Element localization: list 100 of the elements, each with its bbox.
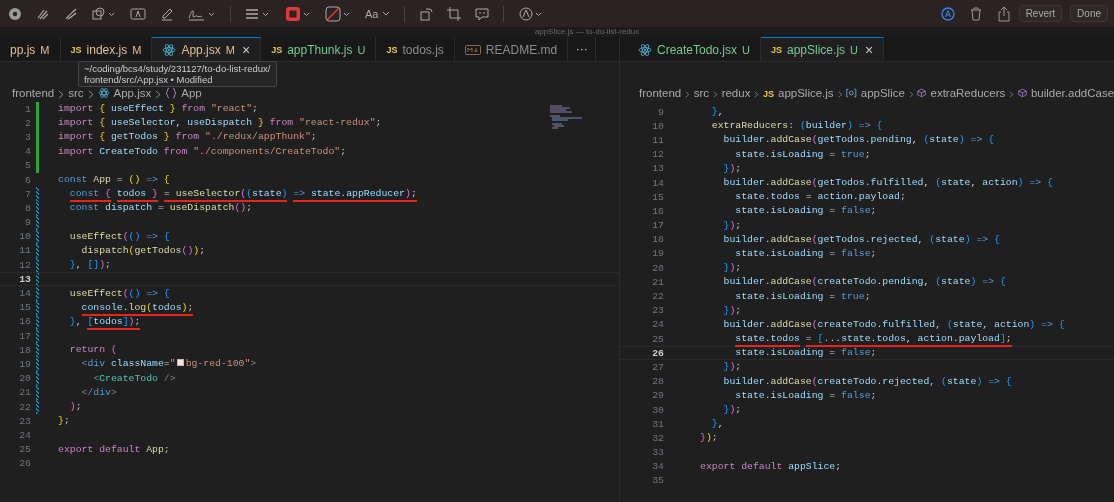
line-number: 15 <box>651 191 664 203</box>
editor-tab[interactable]: App.jsx M × <box>152 37 262 61</box>
code-line: state.isLoading = false; <box>734 246 877 261</box>
line-style-icon[interactable] <box>245 6 271 21</box>
text-box-icon[interactable] <box>130 6 146 21</box>
highlighter-pen-icon[interactable] <box>160 6 174 21</box>
chevron-right-icon <box>1009 90 1014 99</box>
breadcrumb-item[interactable]: redux <box>721 87 751 100</box>
chevron-right-icon <box>58 90 65 99</box>
code-line: }, <box>710 417 724 432</box>
code-line: useEffect(() => { <box>68 286 170 301</box>
line-number: 25 <box>651 333 664 345</box>
line-number: 11 <box>651 134 664 146</box>
line-number: 35 <box>651 475 664 487</box>
cube-icon <box>1017 87 1027 99</box>
code-line: <CreateTodo /> <box>92 371 176 386</box>
code-line: return ( <box>68 343 117 358</box>
breadcrumb-item[interactable]: src <box>68 87 84 100</box>
code-line: export default App; <box>58 442 170 457</box>
breadcrumb-item[interactable]: appSlice.js <box>778 87 834 100</box>
code-line: }); <box>722 360 742 375</box>
code-line: extraReducers: (builder) => { <box>710 119 883 134</box>
breadcrumb-item[interactable]: appSlice <box>860 87 905 100</box>
rotate-icon[interactable] <box>419 6 434 21</box>
draw-icon[interactable] <box>64 6 78 21</box>
code-line: }); <box>722 161 742 176</box>
js-file-icon: JS <box>762 89 774 99</box>
line-number: 9 <box>24 217 31 229</box>
code-line: }); <box>722 403 742 418</box>
breadcrumb-item[interactable]: frontend <box>12 87 55 100</box>
atom-icon <box>638 42 652 57</box>
line-number: 19 <box>18 358 31 370</box>
breadcrumb-item[interactable]: builder.addCase <box>1030 87 1114 100</box>
line-number: 16 <box>18 316 31 328</box>
line-number: 22 <box>651 291 664 303</box>
code-line: }); <box>722 303 742 318</box>
code-line: const dispatch = useDispatch(); <box>68 201 253 216</box>
line-number: 29 <box>651 390 664 402</box>
editor-tab[interactable]: JS appSlice.js U × <box>761 37 885 61</box>
js-file-icon: JS <box>771 44 782 55</box>
line-number: 32 <box>651 432 664 444</box>
line-number: 9 <box>657 106 664 118</box>
close-tab-button[interactable]: × <box>241 41 251 58</box>
breadcrumb-item[interactable]: frontend <box>639 87 682 100</box>
atom-icon <box>162 42 177 57</box>
line-number: 18 <box>18 344 31 356</box>
line-number: 22 <box>18 401 31 413</box>
code-line: state.isLoading = false; <box>734 388 877 403</box>
share-icon[interactable] <box>996 5 1011 22</box>
code-line: import { getTodos } from "./redux/appThunk"; <box>58 130 317 145</box>
close-tab-button[interactable]: × <box>865 41 874 58</box>
circled-letter-icon[interactable] <box>940 6 955 21</box>
atom-icon <box>97 87 110 99</box>
line-number: 20 <box>651 262 664 274</box>
line-number: 33 <box>651 447 664 459</box>
line-number: 6 <box>24 174 31 186</box>
code-line: builder.addCase(getTodos.rejected, (state) => { <box>722 232 1000 247</box>
breadcrumb-item[interactable]: src <box>693 87 710 100</box>
line-number: 21 <box>651 276 664 288</box>
code-line: import { useSelector, useDispatch } from "react-redux"; <box>58 116 382 131</box>
speech-bubble-icon[interactable] <box>475 6 490 21</box>
line-number: 20 <box>18 373 31 385</box>
line-number: 1 <box>24 103 31 115</box>
caret-icon <box>382 10 391 17</box>
shapes-icon[interactable] <box>92 6 116 21</box>
line-number: 24 <box>18 429 31 441</box>
chevron-right-icon <box>908 90 914 99</box>
line-number: 13 <box>651 163 664 175</box>
js-file-icon: JS <box>271 44 283 55</box>
fill-color-icon[interactable] <box>325 5 351 22</box>
toolbar-button[interactable]: Revert <box>1018 5 1063 22</box>
code-line: ); <box>68 400 82 415</box>
code-line: const { todos } = useSelector((state) => state.appReducer); <box>58 187 417 202</box>
crop-icon[interactable] <box>447 6 462 21</box>
breadcrumb-item[interactable]: App.jsx <box>113 87 152 100</box>
code-line: builder.addCase(getTodos.pending, (state) => { <box>722 133 995 148</box>
chevron-right-icon <box>87 90 94 99</box>
record-icon[interactable] <box>8 6 22 21</box>
chevron-right-icon <box>754 90 759 99</box>
code-line: }); <box>722 218 742 233</box>
toolbar-button[interactable]: Done <box>1070 5 1108 22</box>
breadcrumb-item[interactable]: extraReducers <box>930 87 1006 100</box>
line-number: 4 <box>24 146 31 158</box>
breadcrumb-item[interactable]: App <box>181 87 202 100</box>
line-number: 28 <box>651 376 664 388</box>
border-color-icon[interactable] <box>285 5 311 22</box>
line-number: 18 <box>651 234 664 246</box>
code-line: <div className=" bg-red-100"> <box>80 357 257 372</box>
line-number: 12 <box>18 259 31 271</box>
code-line: export default appSlice; <box>700 459 842 474</box>
line-number: 13 <box>18 273 31 285</box>
line-number: 15 <box>18 302 31 314</box>
font-button[interactable]: Aa <box>365 7 391 20</box>
trash-icon[interactable] <box>968 6 983 21</box>
code-line: import { useEffect } from "react"; <box>58 102 258 117</box>
line-number: 30 <box>651 404 664 416</box>
line-number: 11 <box>18 245 31 257</box>
line-number: 17 <box>651 220 664 232</box>
chevron-right-icon <box>837 90 843 99</box>
markdown-file-icon <box>464 43 481 56</box>
